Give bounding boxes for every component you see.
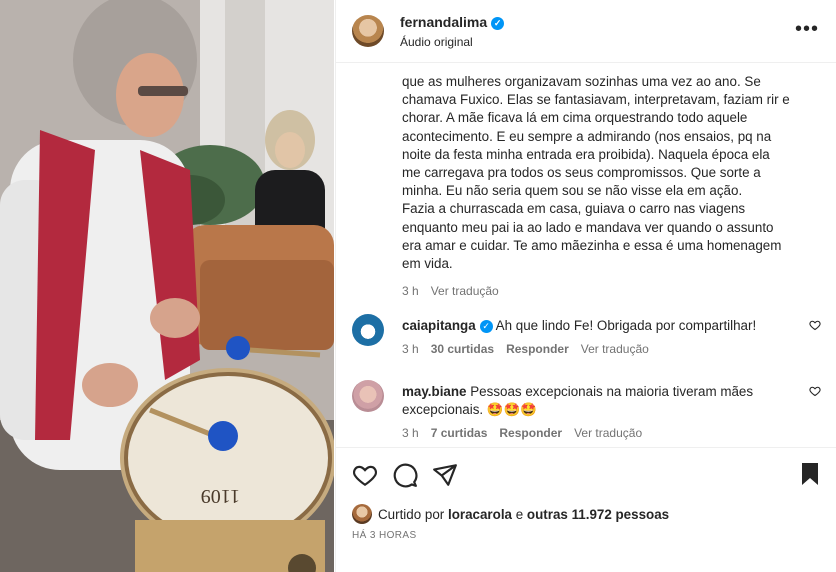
comment-meta: 3 h 7 curtidas Responder Ver tradução bbox=[402, 426, 654, 440]
caption-line: noite da festa minha entrada era proibid… bbox=[402, 146, 770, 162]
likes-prefix: Curtido por bbox=[378, 507, 445, 522]
comment-reply-button[interactable]: Responder bbox=[506, 342, 569, 356]
post-timestamp[interactable]: HÁ 3 HORAS bbox=[352, 530, 417, 541]
post-caption: que as mulheres organizavam sozinhas uma… bbox=[402, 64, 802, 300]
drum-label: 1109 bbox=[201, 485, 240, 507]
video-frame: 1109 bbox=[0, 0, 334, 572]
share-send-icon[interactable] bbox=[432, 462, 458, 488]
author-avatar[interactable] bbox=[352, 15, 384, 47]
comment-time[interactable]: 3 h bbox=[402, 426, 419, 440]
commenter-avatar[interactable] bbox=[352, 380, 384, 412]
post-details-panel: fernandalima ✓ Áudio original ••• que as … bbox=[335, 0, 836, 572]
comment-like-heart-icon[interactable] bbox=[809, 319, 821, 331]
comment-text: may.biane Pessoas excepcionais na maiori… bbox=[402, 383, 802, 419]
comment-text: caiapitanga ✓ Ah que lindo Fe! Obrigada p… bbox=[402, 317, 802, 335]
comment-time[interactable]: 3 h bbox=[402, 342, 419, 356]
comment-likes-count[interactable]: 30 curtidas bbox=[431, 342, 494, 356]
caption-line: chamava Fuxico. Elas se fantasiavam, int… bbox=[402, 92, 790, 108]
comment-body: Ah que lindo Fe! Obrigada por compartilh… bbox=[495, 318, 757, 333]
author-username-row: fernandalima ✓ bbox=[400, 14, 505, 30]
caption-line: era amar e cuidar. Te amo mãezinha e ess… bbox=[402, 237, 782, 253]
verified-badge-icon: ✓ bbox=[491, 17, 505, 30]
likes-connector: e bbox=[515, 507, 524, 522]
caption-line: me carregava pra todos os seus compromis… bbox=[402, 164, 761, 180]
comment-likes-count[interactable]: 7 curtidas bbox=[431, 426, 488, 440]
caption-line: em vida. bbox=[402, 255, 453, 271]
post-media[interactable]: 1109 bbox=[0, 0, 334, 572]
original-audio-link[interactable]: Áudio original bbox=[400, 35, 473, 49]
comment-reply-button[interactable]: Responder bbox=[499, 426, 562, 440]
comment-body-line2: excepcionais. 🤩🤩🤩 bbox=[402, 402, 537, 417]
likes-others-link[interactable]: outras 11.972 pessoas bbox=[527, 507, 669, 522]
caption-line: Fazia a churrascada em casa, guiava o ca… bbox=[402, 201, 746, 217]
comment-meta: 3 h 30 curtidas Responder Ver tradução bbox=[402, 342, 661, 356]
post-actions: Curtido por loracarola e outras 11.972 p… bbox=[336, 447, 836, 572]
comment-item: caiapitanga ✓ Ah que lindo Fe! Obrigada p… bbox=[352, 314, 832, 364]
save-bookmark-icon[interactable] bbox=[799, 462, 821, 486]
liker-avatar[interactable] bbox=[352, 504, 372, 524]
more-options-icon[interactable]: ••• bbox=[795, 19, 819, 39]
caption-line: acontecimento. E eu sempre a admirando (… bbox=[402, 128, 772, 144]
caption-translate-button[interactable]: Ver tradução bbox=[431, 284, 499, 298]
caption-line: chorar. A mãe ficava lá em cima orquestr… bbox=[402, 110, 748, 126]
author-username[interactable]: fernandalima bbox=[400, 14, 487, 30]
commenter-username[interactable]: may.biane bbox=[402, 384, 467, 399]
comment-bubble-icon[interactable] bbox=[392, 462, 418, 488]
post-header: fernandalima ✓ Áudio original ••• bbox=[336, 0, 836, 63]
comment-translate-button[interactable]: Ver tradução bbox=[581, 342, 649, 356]
caption-meta: 3 h Ver tradução bbox=[402, 282, 802, 300]
caption-time[interactable]: 3 h bbox=[402, 284, 419, 298]
commenter-username[interactable]: caiapitanga bbox=[402, 318, 476, 333]
likes-summary: Curtido por loracarola e outras 11.972 p… bbox=[352, 504, 669, 524]
liker-username[interactable]: loracarola bbox=[448, 507, 512, 522]
caption-line: que as mulheres organizavam sozinhas uma… bbox=[402, 74, 761, 89]
commenter-avatar[interactable] bbox=[352, 314, 384, 346]
verified-badge-icon: ✓ bbox=[479, 320, 493, 333]
comment-translate-button[interactable]: Ver tradução bbox=[574, 426, 642, 440]
caption-line: enquanto meu pai ia ao lado e mandava ve… bbox=[402, 219, 774, 235]
caption-line: minha. Eu não seria quem sou se não viss… bbox=[402, 183, 743, 199]
like-heart-icon[interactable] bbox=[352, 462, 378, 488]
caption-cut-line bbox=[402, 64, 802, 73]
comment-item: may.biane Pessoas excepcionais na maiori… bbox=[352, 380, 832, 442]
comment-like-heart-icon[interactable] bbox=[809, 385, 821, 397]
comment-body-line1: Pessoas excepcionais na maioria tiveram … bbox=[470, 384, 754, 399]
